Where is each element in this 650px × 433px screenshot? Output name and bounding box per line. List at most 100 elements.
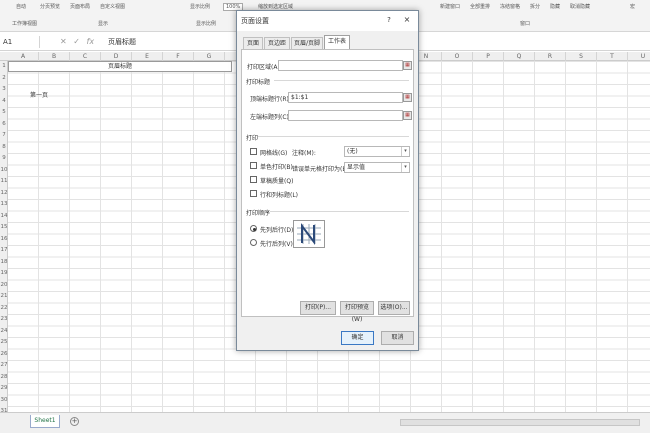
range-picker-icon[interactable]: ▦ xyxy=(403,61,412,70)
ribbon-macro[interactable]: 宏 xyxy=(630,3,635,10)
ribbon-freeze[interactable]: 冻结窗格 xyxy=(500,3,520,10)
row-header-14[interactable]: 14 xyxy=(0,211,8,223)
cancel-icon[interactable]: ✕ xyxy=(60,37,67,46)
row-header-3[interactable]: 3 xyxy=(0,84,8,96)
row-header-8[interactable]: 8 xyxy=(0,142,8,154)
column-header-b[interactable]: B xyxy=(39,52,70,61)
ribbon-unhide[interactable]: 取消隐藏 xyxy=(570,3,590,10)
range-picker-icon[interactable]: ▦ xyxy=(403,111,412,120)
ribbon-page-break[interactable]: 分页预览 xyxy=(40,3,60,10)
add-sheet-icon[interactable]: + xyxy=(70,417,79,426)
column-header-s[interactable]: S xyxy=(566,52,597,61)
ribbon-auto[interactable]: 自动 xyxy=(16,3,26,10)
ribbon-split[interactable]: 拆分 xyxy=(530,3,540,10)
column-header-u[interactable]: U xyxy=(628,52,650,61)
close-icon[interactable]: × xyxy=(401,14,413,26)
row-header-24[interactable]: 24 xyxy=(0,326,8,338)
errors-select[interactable]: 显示值 ▾ xyxy=(344,162,410,173)
top-rows-input[interactable]: $1:$1 xyxy=(288,92,403,103)
row-header-13[interactable]: 13 xyxy=(0,199,8,211)
options-button[interactable]: 选项(O)... xyxy=(378,301,410,315)
down-then-over-radio[interactable] xyxy=(250,225,257,232)
comments-value: (无) xyxy=(347,148,358,155)
row-header-7[interactable]: 7 xyxy=(0,130,8,142)
row-col-headings-checkbox[interactable] xyxy=(250,190,257,197)
function-icon[interactable]: fx xyxy=(87,37,95,46)
column-header-f[interactable]: F xyxy=(163,52,194,61)
row-header-6[interactable]: 6 xyxy=(0,119,8,131)
help-icon[interactable]: ? xyxy=(383,14,395,26)
row-header-5[interactable]: 5 xyxy=(0,107,8,119)
range-picker-icon[interactable]: ▦ xyxy=(403,93,412,102)
row-header-30[interactable]: 30 xyxy=(0,395,8,407)
column-header-r[interactable]: R xyxy=(535,52,566,61)
comments-select[interactable]: (无) ▾ xyxy=(344,146,410,157)
formula-input[interactable]: 页眉标题 xyxy=(108,36,136,48)
row-headers: 1 2 3 4 5 6 7 8 9 10 11 12 13 14 15 16 17 18 19 20 21 22 23 24 2… xyxy=(0,61,8,412)
ribbon-arrange[interactable]: 全部重排 xyxy=(470,3,490,10)
sheet-tab[interactable]: Sheet1 xyxy=(30,415,60,428)
ribbon-zoom-selection[interactable]: 缩放到选定区域 xyxy=(258,3,293,10)
column-header-g[interactable]: G xyxy=(194,52,225,61)
draft-quality-checkbox[interactable] xyxy=(250,176,257,183)
column-header-q[interactable]: Q xyxy=(504,52,535,61)
column-header-a[interactable]: A xyxy=(8,52,39,61)
row-header-2[interactable]: 2 xyxy=(0,73,8,85)
ribbon-group-window: 窗口 xyxy=(520,21,531,27)
title-cell[interactable]: 页眉标题 xyxy=(8,61,232,72)
row-header-16[interactable]: 16 xyxy=(0,234,8,246)
column-header-d[interactable]: D xyxy=(101,52,132,61)
print-order-icon xyxy=(293,220,325,248)
row-header-29[interactable]: 29 xyxy=(0,383,8,395)
column-header-t[interactable]: T xyxy=(597,52,628,61)
row-header-10[interactable]: 10 xyxy=(0,165,8,177)
row-header-15[interactable]: 15 xyxy=(0,222,8,234)
ok-button[interactable]: 确定 xyxy=(341,331,374,345)
ribbon-new-window[interactable]: 新建窗口 xyxy=(440,3,460,10)
row-header-9[interactable]: 9 xyxy=(0,153,8,165)
page-label-cell[interactable]: 第一页 xyxy=(30,90,48,99)
row-header-25[interactable]: 25 xyxy=(0,337,8,349)
row-header-19[interactable]: 19 xyxy=(0,268,8,280)
row-header-22[interactable]: 22 xyxy=(0,303,8,315)
name-box[interactable]: A1 xyxy=(0,36,40,48)
ribbon-hide[interactable]: 隐藏 xyxy=(550,3,560,10)
horizontal-scrollbar[interactable] xyxy=(400,419,640,426)
print-area-input[interactable] xyxy=(278,60,403,71)
left-cols-input[interactable] xyxy=(288,110,403,121)
errors-label: 错误单元格打印为(E): xyxy=(292,166,351,173)
divider xyxy=(258,136,409,137)
row-header-28[interactable]: 28 xyxy=(0,372,8,384)
row-header-26[interactable]: 26 xyxy=(0,349,8,361)
cancel-button[interactable]: 取消 xyxy=(381,331,414,345)
confirm-icon[interactable]: ✓ xyxy=(73,37,80,46)
over-then-down-radio[interactable] xyxy=(250,239,257,246)
row-header-1[interactable]: 1 xyxy=(0,61,8,73)
print-preview-button[interactable]: 打印预览(W) xyxy=(340,301,374,323)
print-titles-label: 打印标题 xyxy=(246,79,271,86)
tab-sheet[interactable]: 工作表 xyxy=(324,35,350,50)
ribbon-zoom[interactable]: 显示比例 xyxy=(190,3,210,10)
row-header-11[interactable]: 11 xyxy=(0,176,8,188)
row-header-12[interactable]: 12 xyxy=(0,188,8,200)
column-header-o[interactable]: O xyxy=(442,52,473,61)
row-header-23[interactable]: 23 xyxy=(0,314,8,326)
gridlines-checkbox[interactable] xyxy=(250,148,257,155)
row-header-20[interactable]: 20 xyxy=(0,280,8,292)
ribbon-custom-view[interactable]: 自定义视图 xyxy=(100,3,125,10)
print-button[interactable]: 打印(P)... xyxy=(300,301,336,315)
row-header-17[interactable]: 17 xyxy=(0,245,8,257)
column-header-p[interactable]: P xyxy=(473,52,504,61)
row-header-4[interactable]: 4 xyxy=(0,96,8,108)
column-header-e[interactable]: E xyxy=(132,52,163,61)
sheet-tab-panel: 打印区域(A): ▦ 打印标题 顶端标题行(R): $1:$1 ▦ 左端标题列(… xyxy=(241,49,414,323)
column-header-c[interactable]: C xyxy=(70,52,101,61)
row-header-18[interactable]: 18 xyxy=(0,257,8,269)
divider xyxy=(274,80,409,81)
black-white-checkbox[interactable] xyxy=(250,162,257,169)
row-header-27[interactable]: 27 xyxy=(0,360,8,372)
ribbon-page-layout[interactable]: 页面布局 xyxy=(70,3,90,10)
print-area-label: 打印区域(A): xyxy=(247,64,282,71)
chevron-down-icon: ▾ xyxy=(401,147,409,156)
row-header-21[interactable]: 21 xyxy=(0,291,8,303)
